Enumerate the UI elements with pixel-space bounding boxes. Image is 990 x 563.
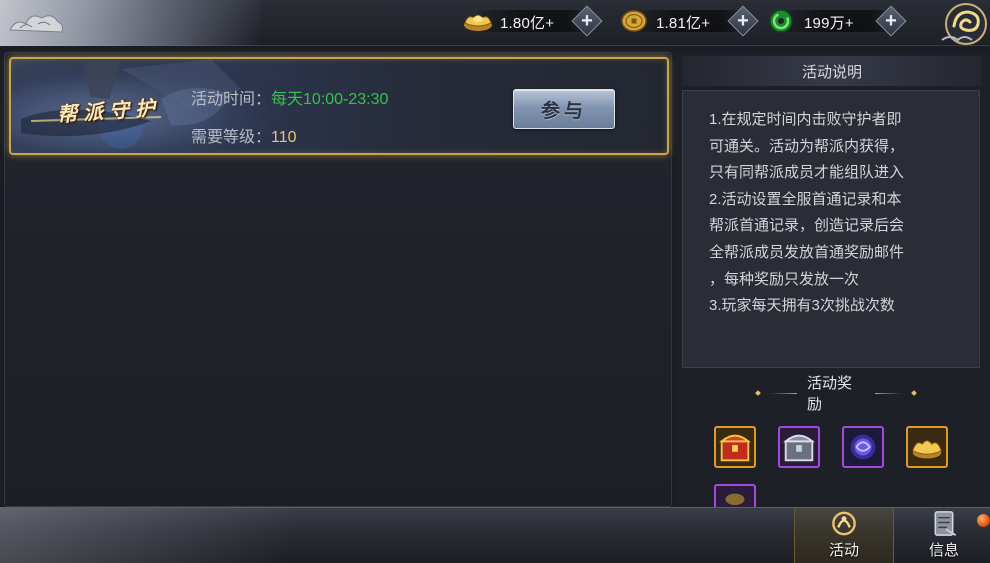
gold-ingot-icon — [464, 14, 492, 31]
purple-orb-icon — [850, 434, 876, 460]
green-jade-icon — [769, 9, 793, 33]
currency-gold-coin: 1.81亿+ + — [618, 5, 759, 37]
corner-decoration — [0, 0, 260, 46]
tab-activity[interactable]: 活动 — [794, 508, 894, 563]
add-gold-coin-button[interactable]: + — [727, 5, 759, 37]
currency-green-jade: 199万+ + — [766, 5, 907, 37]
description-header: 活动说明 — [682, 56, 982, 86]
activity-level-label: 需要等级： — [191, 129, 272, 146]
gold-treasure-chest-icon — [719, 434, 751, 462]
description-line: ，每种奖励只发放一次 — [709, 270, 860, 288]
tab-label: 活动 — [828, 542, 859, 559]
cloud-ornament-icon — [9, 15, 63, 33]
activity-level-row: 需要等级：110 — [191, 123, 297, 147]
activity-level-value: 110 — [271, 129, 297, 146]
reward-item-gold-ingot[interactable] — [906, 426, 948, 468]
activity-list-panel: 帮派守护 活动时间：每天10:00-23:30 需要等级：110 参与 — [4, 52, 672, 507]
currency-gold-ingot: 1.80亿+ + — [462, 5, 603, 37]
scroll-icon — [934, 511, 957, 536]
add-gold-ingot-button[interactable]: + — [571, 5, 603, 37]
reward-items — [712, 426, 962, 507]
tab-info[interactable]: 信息 — [894, 508, 990, 563]
activity-icon — [832, 511, 856, 536]
description-line: 3.玩家每天拥有3次挑战次数 — [709, 297, 895, 315]
activity-time-value: 每天10:00-23:30 — [271, 91, 389, 108]
description-line: 1.在规定时间内击败守护者即 — [709, 111, 902, 128]
silver-treasure-chest-icon — [783, 434, 815, 462]
bottom-nav-bar: 活动 信息 — [0, 507, 990, 563]
currency-value: 199万+ — [804, 15, 854, 32]
description-line: 全帮派成员发放首通奖励邮件 — [709, 243, 905, 261]
gold-coin-icon — [621, 10, 647, 32]
plus-icon: + — [885, 10, 897, 32]
description-line: 帮派首通记录，创造记录后会 — [709, 217, 905, 235]
activity-detail-panel: 活动说明 1.在规定时间内击败守护者即 可通关。活动为帮派内获得， 只有同帮派成… — [676, 52, 990, 507]
tab-label: 信息 — [928, 542, 959, 559]
reward-item-purple[interactable] — [714, 484, 756, 507]
back-swirl-icon[interactable] — [936, 0, 990, 50]
description-box: 1.在规定时间内击败守护者即 可通关。活动为帮派内获得， 只有同帮派成员才能组队… — [682, 90, 980, 368]
currency-value: 1.80亿+ — [500, 15, 555, 32]
activity-card-guild-defense[interactable]: 帮派守护 活动时间：每天10:00-23:30 需要等级：110 参与 — [9, 57, 669, 155]
description-line: 只有同帮派成员才能组队进入 — [709, 164, 905, 182]
reward-item-purple-orb[interactable] — [842, 426, 884, 468]
gold-ingot-icon — [912, 440, 942, 459]
plus-icon: + — [737, 10, 749, 32]
add-green-jade-button[interactable]: + — [875, 5, 907, 37]
purple-item-icon — [725, 493, 745, 505]
join-button[interactable]: 参与 — [513, 89, 615, 129]
description-line: 2.活动设置全服首通记录和本 — [709, 190, 902, 208]
reward-item-silver-chest[interactable] — [778, 426, 820, 468]
description-line: 可通关。活动为帮派内获得， — [709, 137, 905, 155]
currency-value: 1.81亿+ — [656, 15, 711, 32]
rewards-title: 活动奖励 — [806, 375, 852, 413]
activity-time-row: 活动时间：每天10:00-23:30 — [191, 85, 388, 109]
activity-time-label: 活动时间： — [191, 91, 272, 108]
top-bar: 1.80亿+ + 1.81亿+ + 199万+ + — [0, 0, 990, 46]
plus-icon: + — [581, 10, 593, 32]
notification-badge — [977, 514, 990, 527]
reward-item-gold-chest[interactable] — [714, 426, 756, 468]
rewards-header: 活动奖励 — [755, 375, 917, 413]
